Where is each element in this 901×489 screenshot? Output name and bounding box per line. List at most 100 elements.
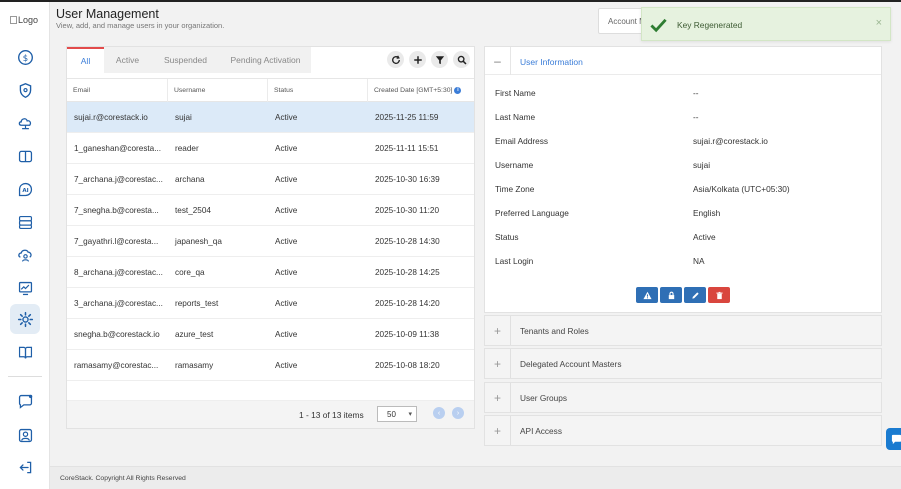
window-top-border [0, 0, 901, 2]
section-api-access[interactable]: + API Access [484, 415, 882, 446]
section-title: API Access [520, 426, 562, 436]
ai-icon: AI [18, 182, 32, 196]
user-information-title: User Information [520, 57, 583, 67]
table-row[interactable]: 7_gayathri.l@coresta... japanesh_qa Acti… [67, 226, 474, 257]
field-label-first-name: First Name [495, 88, 536, 98]
sidebar-item-logout[interactable] [10, 452, 40, 482]
plus-icon: + [485, 383, 511, 412]
user-information-panel: – User Information First Name -- Last Na… [484, 46, 882, 313]
sidebar-item-ai[interactable]: AI [10, 174, 40, 204]
refresh-button[interactable] [387, 51, 404, 68]
column-header-created-date[interactable]: Created Date [GMT+5:30] i [368, 79, 474, 102]
edit-user-button[interactable] [684, 287, 706, 303]
field-label-last-name: Last Name [495, 112, 536, 122]
cell-status: Active [275, 361, 298, 370]
section-user-groups[interactable]: + User Groups [484, 382, 882, 413]
sidebar-item-cloud-network[interactable] [10, 108, 40, 138]
logo[interactable]: Logo [10, 15, 38, 25]
tab-suspended[interactable]: Suspended [151, 47, 220, 73]
shield-icon [19, 82, 31, 98]
field-value-time-zone: Asia/Kolkata (UTC+05:30) [693, 184, 790, 194]
sidebar-item-servers[interactable] [10, 207, 40, 237]
sidebar-item-apps[interactable] [10, 141, 40, 171]
broken-image-icon [10, 16, 17, 24]
filter-button[interactable] [431, 51, 448, 68]
table-row[interactable]: 3_archana.j@corestac... reports_test Act… [67, 288, 474, 319]
sidebar-item-profile[interactable] [10, 420, 40, 450]
page-size-select[interactable]: 50 ▾ [377, 406, 417, 422]
column-header-status[interactable]: Status [268, 79, 368, 102]
footer: CoreStack. Copyright All Rights Reserved [50, 466, 901, 489]
cell-email: 1_ganeshan@coresta... [74, 144, 162, 153]
field-label-language: Preferred Language [495, 208, 569, 218]
reset-password-button[interactable] [660, 287, 682, 303]
table-row[interactable]: sujai.r@corestack.io sujai Active 2025-1… [67, 102, 474, 133]
search-button[interactable] [453, 51, 470, 68]
cell-email: 7_snegha.b@coresta... [74, 206, 159, 215]
info-icon[interactable]: i [454, 87, 462, 94]
close-icon[interactable]: × [876, 17, 882, 29]
logo-alt-text: Logo [18, 15, 39, 25]
cell-username: test_2504 [175, 206, 211, 215]
sidebar-item-security[interactable] [10, 75, 40, 105]
table-row[interactable]: ramasamy@corestac... ramasamy Active 202… [67, 350, 474, 381]
column-header-email[interactable]: Email [67, 79, 168, 102]
table-row[interactable]: 7_archana.j@corestac... archana Active 2… [67, 164, 474, 195]
page-title: User Management [56, 7, 159, 21]
cell-username: reader [175, 144, 199, 153]
plus-icon: + [485, 316, 511, 345]
plus-icon: + [485, 416, 511, 445]
collapse-toggle[interactable]: – [485, 47, 511, 75]
sidebar-item-cloud-users[interactable] [10, 240, 40, 270]
suspend-user-button[interactable] [636, 287, 658, 303]
table-row[interactable]: 1_ganeshan@coresta... reader Active 2025… [67, 133, 474, 164]
table-header: Email Username Status Created Date [GMT+… [67, 78, 474, 102]
section-delegated-account-masters[interactable]: + Delegated Account Masters [484, 348, 882, 379]
cell-created-date: 2025-10-08 18:20 [375, 361, 440, 370]
bracket-box-icon [18, 150, 32, 162]
next-page-button[interactable]: › [452, 407, 464, 419]
sidebar-item-settings[interactable] [10, 304, 40, 334]
cell-status: Active [275, 144, 298, 153]
copyright-text: CoreStack. Copyright All Rights Reserved [60, 475, 186, 482]
column-header-username[interactable]: Username [168, 79, 268, 102]
add-user-button[interactable] [409, 51, 426, 68]
lock-icon [668, 291, 674, 299]
cell-username: azure_test [175, 330, 214, 339]
column-header-created-date-label: Created Date [GMT+5:30] [374, 87, 453, 94]
logout-icon [18, 461, 31, 473]
sidebar-item-cost[interactable]: $ [10, 42, 40, 72]
cell-username: ramasamy [175, 361, 214, 370]
cell-created-date: 2025-10-30 11:20 [375, 206, 440, 215]
previous-page-button[interactable]: ‹ [433, 407, 445, 419]
table-row[interactable]: 8_archana.j@corestac... core_qa Active 2… [67, 257, 474, 288]
cell-username: sujai [175, 113, 192, 122]
server-icon [18, 215, 32, 229]
field-value-status: Active [693, 232, 716, 242]
table-row[interactable]: 7_snegha.b@coresta... test_2504 Active 2… [67, 195, 474, 226]
pagination-bar: 1 - 13 of 13 items 50 ▾ ‹ › [67, 401, 474, 428]
field-label-last-login: Last Login [495, 256, 534, 266]
delete-user-button[interactable] [708, 287, 730, 303]
tab-all[interactable]: All [67, 47, 104, 73]
cell-email: 7_archana.j@corestac... [74, 175, 163, 184]
table-row[interactable]: snegha.b@corestack.io azure_test Active … [67, 319, 474, 350]
cell-status: Active [275, 268, 298, 277]
tab-active[interactable]: Active [104, 47, 151, 73]
page-size-value: 50 [387, 410, 396, 419]
sidebar-divider [8, 376, 42, 377]
section-tenants-and-roles[interactable]: + Tenants and Roles [484, 315, 882, 346]
cell-email: snegha.b@corestack.io [74, 330, 160, 339]
sidebar-item-monitoring[interactable] [10, 273, 40, 303]
tab-pending-activation[interactable]: Pending Activation [220, 47, 311, 73]
section-title: Tenants and Roles [520, 326, 589, 336]
user-information-header[interactable]: – User Information [485, 47, 881, 75]
checkmark-icon [650, 18, 667, 33]
user-icon [18, 428, 32, 442]
chat-icon [18, 394, 32, 409]
chat-widget-button[interactable] [886, 428, 901, 450]
sidebar-item-support[interactable] [10, 386, 40, 416]
sidebar-item-docs[interactable] [10, 337, 40, 367]
cell-status: Active [275, 113, 298, 122]
book-icon [18, 346, 32, 359]
